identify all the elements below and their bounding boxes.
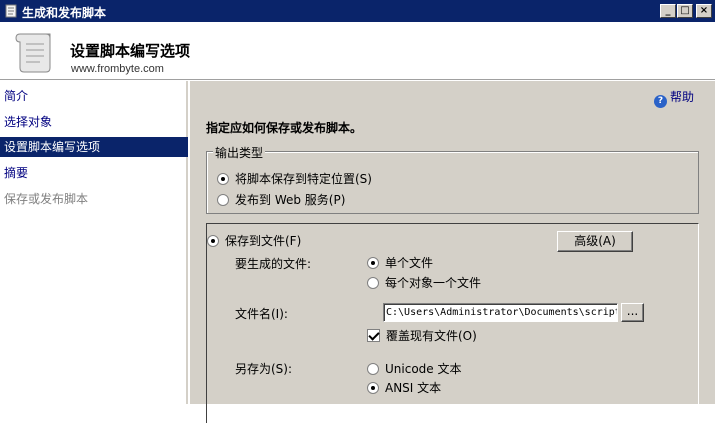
filename-input[interactable]: C:\Users\Administrator\Documents\script <box>383 303 618 322</box>
overwrite-checkbox[interactable] <box>367 329 380 342</box>
minimize-button[interactable]: _ <box>660 4 676 18</box>
file-per-object-label: 每个对象一个文件 <box>385 276 482 290</box>
publish-web-service-label: 发布到 Web 服务(P) <box>235 193 346 207</box>
help-label: 帮助 <box>670 90 695 104</box>
unicode-text-radio[interactable] <box>367 363 379 375</box>
publish-web-service-radio[interactable] <box>217 194 229 206</box>
unicode-text-label: Unicode 文本 <box>385 362 462 376</box>
sidebar-item-scripting-options[interactable]: 设置脚本编写选项 <box>0 137 188 157</box>
help-link[interactable]: ? 帮助 <box>654 88 694 108</box>
publish-web-service-option[interactable]: 发布到 Web 服务(P) <box>217 191 345 208</box>
ansi-text-option[interactable]: ANSI 文本 <box>367 379 441 396</box>
save-to-location-label: 将脚本保存到特定位置(S) <box>235 172 372 186</box>
save-options-panel: 保存到文件(F) 高级(A) 要生成的文件: 单个文件 每个对象一个文件 文件名… <box>206 223 699 423</box>
main-panel: ? 帮助 指定应如何保存或发布脚本。 输出类型 将脚本保存到特定位置(S) 发布到… <box>190 81 715 423</box>
close-button[interactable]: × <box>696 4 712 18</box>
save-to-location-option[interactable]: 将脚本保存到特定位置(S) <box>217 170 372 187</box>
unicode-text-option[interactable]: Unicode 文本 <box>367 360 461 377</box>
sidebar-item-intro[interactable]: 简介 <box>0 86 188 106</box>
help-icon: ? <box>654 95 667 108</box>
maximize-button[interactable]: □ <box>677 4 693 18</box>
site-url: www.frombyte.com <box>71 63 164 75</box>
single-file-option[interactable]: 单个文件 <box>367 254 433 271</box>
page-title: 设置脚本编写选项 <box>70 42 191 60</box>
save-as-label: 另存为(S): <box>235 362 293 376</box>
output-type-group: 输出类型 将脚本保存到特定位置(S) 发布到 Web 服务(P) <box>206 144 699 214</box>
single-file-radio[interactable] <box>367 257 379 269</box>
output-type-legend: 输出类型 <box>213 144 266 161</box>
scroll-icon <box>5 4 17 18</box>
sidebar-item-save-or-publish: 保存或发布脚本 <box>4 192 89 206</box>
scroll-icon <box>15 33 51 73</box>
sidebar-item-choose-objects[interactable]: 选择对象 <box>0 112 188 132</box>
filename-label: 文件名(I): <box>235 307 288 321</box>
window-title-bar[interactable]: 生成和发布脚本 _ □ × <box>0 0 715 22</box>
save-to-file-label: 保存到文件(F) <box>225 234 302 248</box>
window-title: 生成和发布脚本 <box>22 6 107 20</box>
wizard-steps-sidebar: 简介 选择对象 设置脚本编写选项 摘要 保存或发布脚本 <box>0 81 188 404</box>
sidebar-item-summary[interactable]: 摘要 <box>0 163 188 183</box>
file-per-object-radio[interactable] <box>367 277 379 289</box>
files-to-generate-label: 要生成的文件: <box>235 257 312 271</box>
overwrite-label: 覆盖现有文件(O) <box>386 329 477 343</box>
single-file-label: 单个文件 <box>385 256 434 270</box>
overwrite-option[interactable]: 覆盖现有文件(O) <box>367 327 477 344</box>
instruction-text: 指定应如何保存或发布脚本。 <box>206 121 363 135</box>
save-to-file-option[interactable]: 保存到文件(F) <box>207 232 301 249</box>
save-to-file-radio[interactable] <box>207 235 219 247</box>
ansi-text-label: ANSI 文本 <box>385 381 442 395</box>
advanced-button[interactable]: 高级(A) <box>557 231 633 252</box>
ansi-text-radio[interactable] <box>367 382 379 394</box>
save-to-location-radio[interactable] <box>217 173 229 185</box>
browse-button[interactable]: ... <box>621 303 644 322</box>
file-per-object-option[interactable]: 每个对象一个文件 <box>367 274 481 291</box>
wizard-header: 设置脚本编写选项 www.frombyte.com <box>0 22 715 80</box>
